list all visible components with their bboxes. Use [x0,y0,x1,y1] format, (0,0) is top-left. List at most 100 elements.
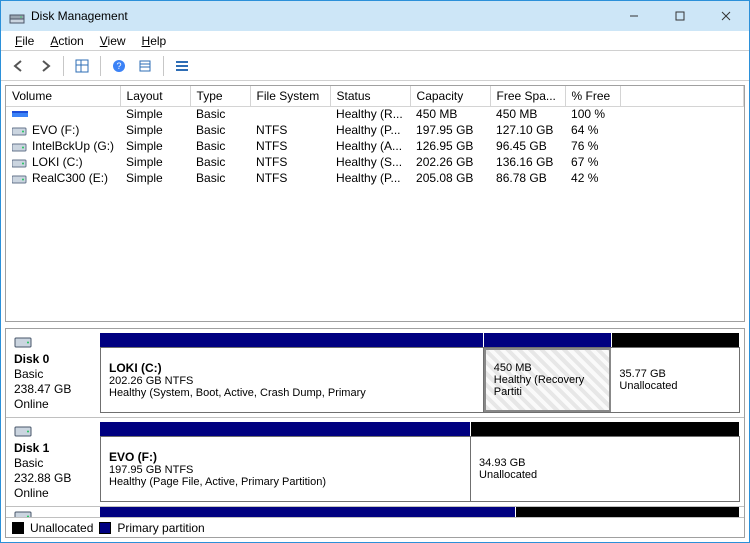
disk-label[interactable]: Disk 2 [10,507,100,517]
cell-layout: Simple [120,138,190,154]
cell-capacity: 126.95 GB [410,138,490,154]
disk-stripe [100,333,740,347]
partition[interactable]: LOKI (C:)202.26 GB NTFSHealthy (System, … [101,348,484,412]
cell-capacity: 205.08 GB [410,170,490,186]
cell-capacity: 202.26 GB [410,154,490,170]
cell-layout: Simple [120,154,190,170]
disk-icon [14,509,32,517]
volume-name: RealC300 (E:) [32,171,108,185]
disk-label[interactable]: Disk 1Basic232.88 GBOnline [10,422,100,502]
menu-action[interactable]: Action [42,32,91,50]
settings-view-button[interactable] [133,54,157,78]
help-button[interactable]: ? [107,54,131,78]
cell-pct: 64 % [565,122,620,138]
partition[interactable]: 450 MBHealthy (Recovery Partiti [484,348,612,412]
cell-pct: 67 % [565,154,620,170]
cell-free: 86.78 GB [490,170,565,186]
disk-status: Online [14,397,96,411]
cell-layout: Simple [120,122,190,138]
legend-swatch-unallocated [12,522,24,534]
disk-name: Disk 1 [14,441,96,455]
table-row[interactable]: LOKI (C:)SimpleBasicNTFSHealthy (S...202… [6,154,744,170]
table-row[interactable]: IntelBckUp (G:)SimpleBasicNTFSHealthy (A… [6,138,744,154]
col-type[interactable]: Type [190,86,250,106]
disk-stripe [100,507,740,517]
cell-status: Healthy (P... [330,122,410,138]
partition-container: EVO (F:)197.95 GB NTFSHealthy (Page File… [100,436,740,502]
cell-capacity: 450 MB [410,106,490,122]
legend-swatch-primary [99,522,111,534]
col-status[interactable]: Status [330,86,410,106]
cell-status: Healthy (R... [330,106,410,122]
col-layout[interactable]: Layout [120,86,190,106]
partition-status: Healthy (Page File, Active, Primary Part… [109,476,462,488]
cell-status: Healthy (S... [330,154,410,170]
menu-view[interactable]: View [92,32,134,50]
drive-icon [12,157,28,169]
minimize-button[interactable] [611,1,657,31]
table-row[interactable]: EVO (F:)SimpleBasicNTFSHealthy (P...197.… [6,122,744,138]
cell-free: 96.45 GB [490,138,565,154]
col-pctfree[interactable]: % Free [565,86,620,106]
col-filesystem[interactable]: File System [250,86,330,106]
disk-row: Disk 2 [6,507,744,517]
cell-fs [250,106,330,122]
list-view-button[interactable] [170,54,194,78]
forward-button[interactable] [33,54,57,78]
svg-text:?: ? [116,61,121,71]
cell-status: Healthy (P... [330,170,410,186]
menu-file[interactable]: File [7,32,42,50]
col-volume[interactable]: Volume [6,86,120,106]
table-row[interactable]: SimpleBasicHealthy (R...450 MB450 MB100 … [6,106,744,122]
partition-status: Healthy (System, Boot, Active, Crash Dum… [109,387,475,399]
disk-graphical-panel[interactable]: Disk 0Basic238.47 GBOnlineLOKI (C:)202.2… [5,328,745,538]
cell-free: 136.16 GB [490,154,565,170]
content-area: Volume Layout Type File System Status Ca… [1,81,749,542]
titlebar[interactable]: Disk Management [1,1,749,31]
app-icon [9,8,25,24]
legend-label-primary: Primary partition [117,521,204,535]
disk-name: Disk 0 [14,352,96,366]
partition-size: 202.26 GB NTFS [109,375,475,387]
volume-name: EVO (F:) [32,123,79,137]
cell-type: Basic [190,106,250,122]
partition-title: EVO (F:) [109,450,462,464]
partition-status: Healthy (Recovery Partiti [494,374,602,398]
cell-fs: NTFS [250,154,330,170]
partition-title: LOKI (C:) [109,361,475,375]
cell-capacity: 197.95 GB [410,122,490,138]
disk-type: Basic [14,456,96,470]
close-button[interactable] [703,1,749,31]
cell-type: Basic [190,170,250,186]
cell-layout: Simple [120,106,190,122]
partition-status: Unallocated [619,380,731,392]
disk-label[interactable]: Disk 0Basic238.47 GBOnline [10,333,100,413]
partition[interactable]: EVO (F:)197.95 GB NTFSHealthy (Page File… [101,437,471,501]
cell-fs: NTFS [250,138,330,154]
partition[interactable]: 34.93 GBUnallocated [471,437,739,501]
cell-type: Basic [190,138,250,154]
cell-free: 127.10 GB [490,122,565,138]
volume-list-panel[interactable]: Volume Layout Type File System Status Ca… [5,85,745,322]
window-title: Disk Management [31,9,128,23]
cell-status: Healthy (A... [330,138,410,154]
partition-size: 35.77 GB [619,368,731,380]
table-row[interactable]: RealC300 (E:)SimpleBasicNTFSHealthy (P..… [6,170,744,186]
menu-help[interactable]: Help [134,32,175,50]
drive-icon [12,125,28,137]
back-button[interactable] [7,54,31,78]
legend: Unallocated Primary partition [6,517,744,537]
drive-icon [12,173,28,185]
partition-size: 450 MB [494,362,602,374]
partition-status: Unallocated [479,469,731,481]
cell-layout: Simple [120,170,190,186]
view-layout-button[interactable] [70,54,94,78]
cell-free: 450 MB [490,106,565,122]
disk-management-window: Disk Management File Action View Help ? [0,0,750,543]
disk-icon [14,424,32,438]
col-free[interactable]: Free Spa... [490,86,565,106]
col-capacity[interactable]: Capacity [410,86,490,106]
maximize-button[interactable] [657,1,703,31]
partition[interactable]: 35.77 GBUnallocated [611,348,739,412]
col-spacer[interactable] [620,86,743,106]
